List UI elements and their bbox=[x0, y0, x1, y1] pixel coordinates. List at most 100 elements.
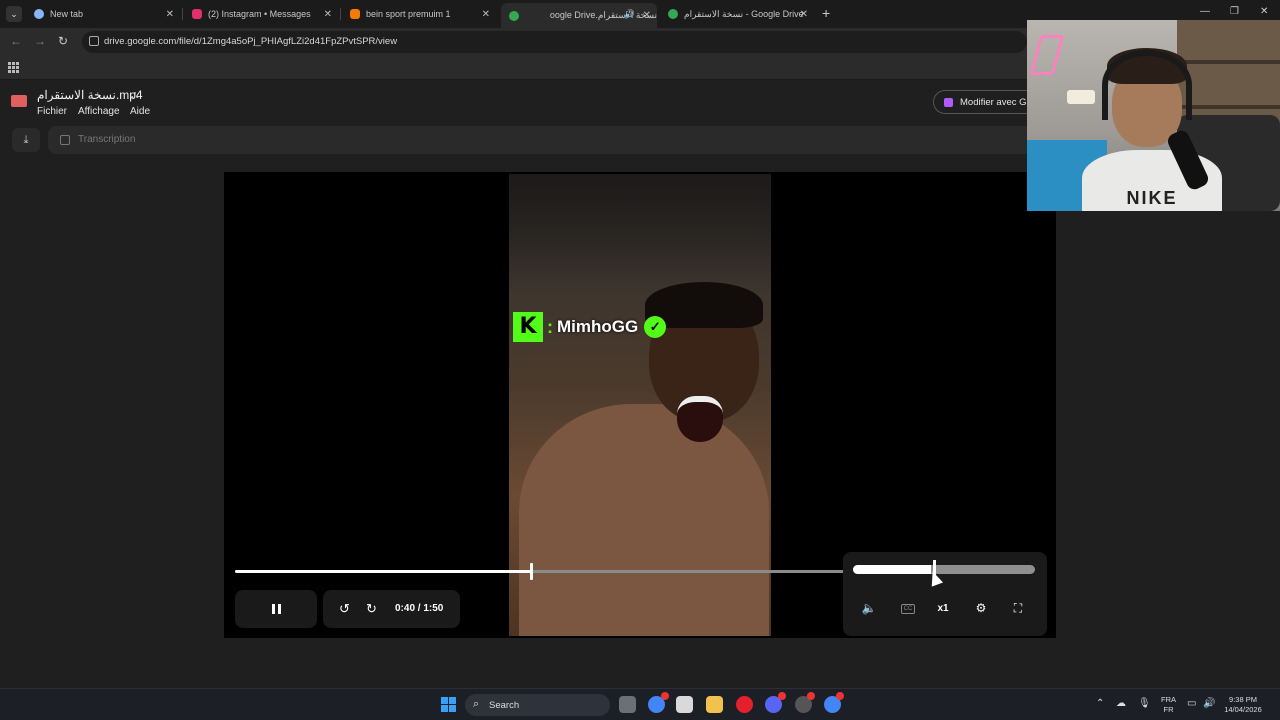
close-window-icon[interactable]: ✕ bbox=[1260, 6, 1268, 17]
lamp bbox=[1067, 90, 1095, 104]
forward-icon[interactable]: → bbox=[34, 34, 46, 48]
opera-icon[interactable] bbox=[736, 696, 753, 713]
menu-view[interactable]: Affichage bbox=[78, 106, 120, 117]
search-icon: ⌕ bbox=[473, 698, 480, 710]
speaker-icon[interactable]: 🔊 bbox=[624, 9, 635, 20]
headset bbox=[1102, 50, 1192, 120]
site-info-icon[interactable] bbox=[89, 36, 99, 46]
volume-icon[interactable]: 🔈 bbox=[859, 601, 879, 615]
google-drive-icon bbox=[668, 9, 678, 19]
shelf-board bbox=[1177, 60, 1280, 64]
new-tab-button[interactable]: + bbox=[822, 5, 830, 21]
taskbar-search[interactable]: ⌕ Search bbox=[465, 694, 610, 716]
captions-icon[interactable]: CC bbox=[901, 604, 915, 614]
rewind-10-icon[interactable]: ↺ bbox=[339, 601, 350, 617]
system-clock[interactable]: 9:38 PM 14/04/2026 bbox=[1222, 695, 1264, 715]
time-controls: ↺ ↻ 0:40 / 1:50 bbox=[323, 590, 460, 628]
tab-label: نسخة الاستقرام.oogle Drive bbox=[549, 10, 657, 20]
tab-label: bein sport premuim 1 bbox=[366, 9, 451, 19]
chevron-up-icon[interactable]: ⌃ bbox=[1096, 698, 1104, 709]
streamer-name: MimhoGG bbox=[557, 317, 639, 336]
windows-taskbar: ⌕ Search ⌃ ☁ 🎙 FRA FR ▭ 🔊 9:38 PM 14/04/… bbox=[0, 688, 1280, 720]
tab-search-button[interactable]: ⌄ bbox=[6, 6, 22, 22]
verified-badge-icon: ✓ bbox=[644, 316, 667, 338]
notification-badge bbox=[807, 692, 815, 700]
tab-instagram[interactable]: (2) Instagram • Messages ✕ bbox=[184, 3, 338, 25]
streamer-tag-overlay: K : MimhoGG ✓ bbox=[513, 312, 667, 342]
blogger-icon bbox=[350, 9, 360, 19]
google-drive-icon bbox=[509, 10, 519, 21]
tab-google-drive[interactable]: نسخة الاستقرام - Google Drive ✕ bbox=[660, 3, 814, 25]
speaker-icon[interactable]: 🔊 bbox=[1203, 698, 1215, 709]
shirt-logo: NIKE bbox=[1126, 188, 1178, 208]
download-button[interactable]: ⤓ bbox=[12, 128, 40, 152]
close-icon[interactable]: ✕ bbox=[800, 9, 808, 20]
seek-bar-thumb[interactable] bbox=[530, 563, 534, 580]
language-indicator[interactable]: FRA FR bbox=[1161, 695, 1176, 715]
tab-new-tab[interactable]: New tab ✕ bbox=[26, 3, 180, 25]
modify-label: Modifier avec G bbox=[960, 96, 1027, 108]
video-frame-image: K : MimhoGG ✓ bbox=[509, 174, 771, 636]
file-title: نسخة الاستقرام.mp4 bbox=[37, 88, 143, 102]
network-icon[interactable]: ▭ bbox=[1187, 698, 1196, 709]
video-background bbox=[509, 174, 771, 294]
tab-bein-sport[interactable]: bein sport premuim 1 ✕ bbox=[342, 3, 496, 25]
language-code: FRA bbox=[1161, 695, 1176, 704]
clock-time: 9:38 PM bbox=[1229, 695, 1257, 704]
menu-file[interactable]: Fichier bbox=[37, 106, 67, 117]
notification-badge bbox=[836, 692, 844, 700]
notification-badge bbox=[661, 692, 669, 700]
close-icon[interactable]: ✕ bbox=[166, 9, 174, 20]
video-file-icon bbox=[11, 95, 27, 107]
playback-speed-button[interactable]: x1 bbox=[933, 603, 953, 614]
transcript-label: Transcription bbox=[78, 134, 136, 145]
pause-button[interactable] bbox=[235, 590, 317, 628]
instagram-icon bbox=[192, 9, 202, 19]
shelf-board bbox=[1177, 105, 1280, 109]
webcam-overlay: NIKE bbox=[1027, 20, 1280, 211]
snipping-tool-icon[interactable] bbox=[676, 696, 693, 713]
download-icon: ⤓ bbox=[23, 134, 29, 146]
volume-slider[interactable] bbox=[853, 560, 1035, 579]
close-icon[interactable]: ✕ bbox=[643, 10, 651, 21]
chrome-icon bbox=[34, 9, 44, 19]
tab-separator bbox=[340, 8, 341, 20]
person-mouth bbox=[677, 396, 723, 442]
forward-10-icon[interactable]: ↻ bbox=[366, 601, 377, 617]
pause-icon bbox=[272, 604, 281, 614]
reload-icon[interactable]: ↻ bbox=[58, 34, 68, 48]
time-display: 0:40 / 1:50 bbox=[395, 603, 444, 614]
tab-separator bbox=[182, 8, 183, 20]
neon-sign bbox=[1029, 35, 1065, 75]
maximize-icon[interactable]: ❐ bbox=[1230, 6, 1239, 17]
menu-help[interactable]: Aide bbox=[130, 106, 150, 117]
right-controls-panel: 🔈 CC x1 ⚙ ⛶ bbox=[843, 552, 1047, 636]
tab-label: نسخة الاستقرام - Google Drive bbox=[684, 8, 804, 19]
back-icon[interactable]: ← bbox=[10, 34, 22, 48]
kick-logo-icon: K bbox=[513, 312, 543, 342]
gemini-icon bbox=[944, 97, 953, 107]
shared-drive-icon: ⛬ bbox=[131, 89, 139, 101]
task-view-icon[interactable] bbox=[619, 696, 636, 713]
settings-gear-icon[interactable]: ⚙ bbox=[971, 601, 991, 615]
file-explorer-icon[interactable] bbox=[706, 696, 723, 713]
transcript-bar[interactable]: Transcription bbox=[48, 126, 1048, 154]
microphone-icon[interactable]: 🎙 bbox=[1138, 698, 1151, 709]
tag-separator: : bbox=[547, 316, 553, 337]
person-body bbox=[519, 404, 769, 636]
search-label: Search bbox=[489, 700, 520, 711]
minimize-icon[interactable]: — bbox=[1200, 6, 1210, 17]
apps-grid-icon[interactable] bbox=[8, 62, 19, 73]
close-icon[interactable]: ✕ bbox=[482, 9, 490, 20]
tab-google-drive-active[interactable]: نسخة الاستقرام.oogle Drive 🔊 ✕ bbox=[501, 3, 657, 28]
address-bar[interactable]: drive.google.com/file/d/1Zmg4a5oPj_PHIAg… bbox=[82, 31, 1027, 53]
url-text: drive.google.com/file/d/1Zmg4a5oPj_PHIAg… bbox=[104, 36, 398, 47]
seek-bar[interactable] bbox=[235, 563, 845, 580]
notification-badge bbox=[778, 692, 786, 700]
clock-date: 14/04/2026 bbox=[1224, 705, 1262, 714]
windows-start-icon[interactable] bbox=[441, 697, 456, 712]
close-icon[interactable]: ✕ bbox=[324, 9, 332, 20]
volume-level bbox=[853, 565, 932, 574]
onedrive-icon[interactable]: ☁ bbox=[1116, 698, 1126, 709]
fullscreen-icon[interactable]: ⛶ bbox=[1008, 601, 1028, 616]
